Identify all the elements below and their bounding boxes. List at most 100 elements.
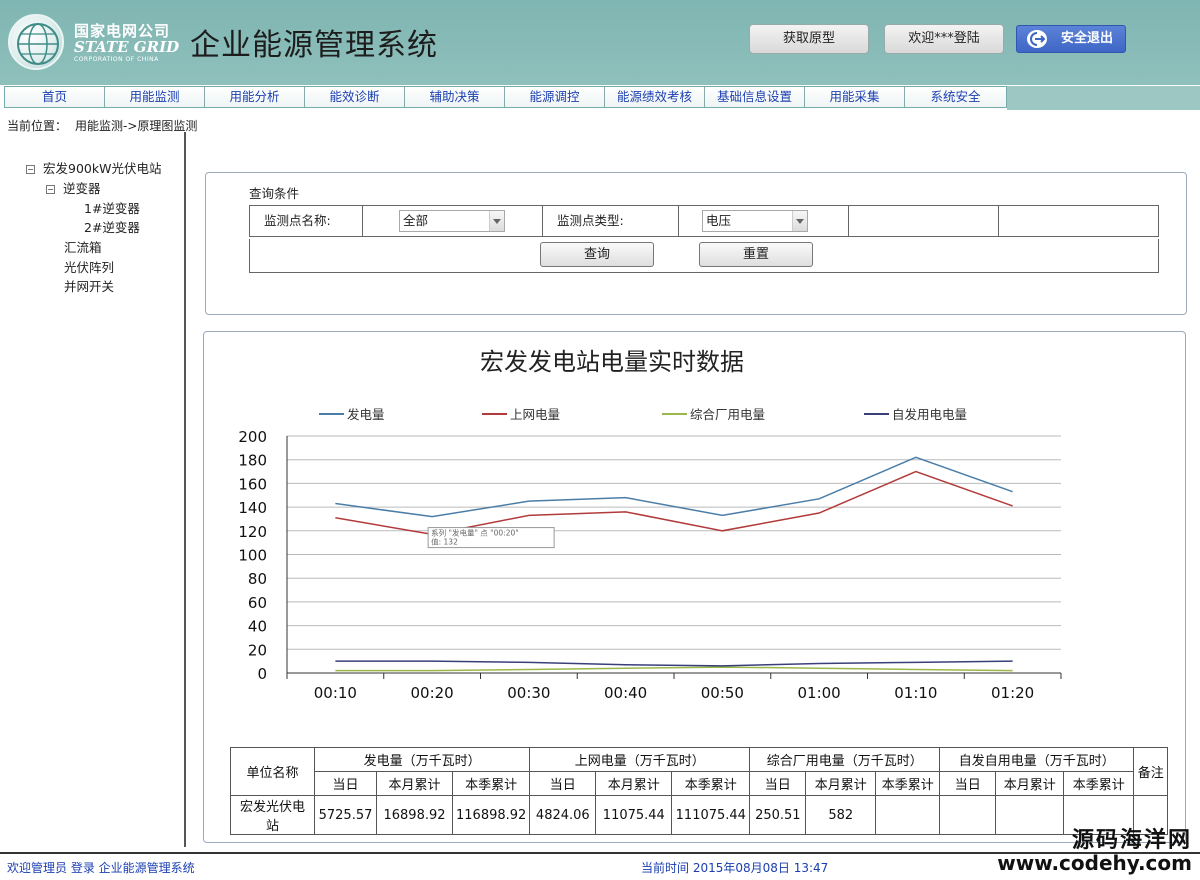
- empty-cell: [999, 206, 1158, 236]
- legend-label: 综合厂用电量: [690, 407, 765, 422]
- nav-system-security[interactable]: 系统安全: [905, 87, 1006, 107]
- y-tick-label: 120: [238, 523, 267, 541]
- nav-performance-assessment[interactable]: 能源绩效考核: [605, 87, 705, 107]
- nav-basic-info-settings[interactable]: 基础信息设置: [705, 87, 805, 107]
- tree-node-inverter-2[interactable]: 2#逆变器: [84, 217, 140, 236]
- sub-header: 本季累计: [1063, 771, 1135, 796]
- breadcrumb: 当前位置： 用能监测->原理图监测: [7, 117, 197, 134]
- group-header-self-use: 自发自用电量（万千瓦时）: [939, 747, 1135, 772]
- reset-button[interactable]: 重置: [699, 242, 813, 267]
- group-header-generation: 发电量（万千瓦时）: [313, 747, 531, 772]
- point-name-select[interactable]: 全部: [399, 210, 505, 232]
- sub-header: 本月累计: [595, 771, 673, 796]
- query-panel: 查询条件 监测点名称: 全部 监测点类型: 电压 查询 重置: [205, 172, 1187, 315]
- point-type-select[interactable]: 电压: [702, 210, 808, 232]
- nav-energy-analysis[interactable]: 用能分析: [205, 87, 305, 107]
- sub-header: 本月累计: [995, 771, 1065, 796]
- watermark-line1: 源码海洋网: [1071, 828, 1192, 853]
- series-line[interactable]: [335, 470, 1013, 536]
- app-title: 企业能源管理系统: [190, 28, 438, 63]
- y-tick-label: 40: [248, 618, 267, 636]
- tree-node-root[interactable]: − 宏发900kW光伏电站: [26, 158, 161, 177]
- chart-series: [335, 456, 1013, 672]
- nav-energy-collection[interactable]: 用能采集: [805, 87, 905, 107]
- table-cell: [939, 795, 997, 835]
- table-cell: [875, 795, 941, 835]
- point-name-cell: 全部: [363, 206, 543, 236]
- sub-header: 本季累计: [875, 771, 941, 796]
- logout-button[interactable]: 安全退出: [1016, 25, 1126, 53]
- welcome-login-button[interactable]: 欢迎***登陆: [884, 24, 1004, 54]
- x-tick-label: 01:20: [991, 684, 1034, 702]
- logout-icon: [1027, 30, 1047, 48]
- x-tick-label: 01:10: [894, 684, 937, 702]
- chevron-down-icon[interactable]: [489, 211, 504, 231]
- empty-cell: [849, 206, 999, 236]
- tree-node-root-label: 宏发900kW光伏电站: [43, 161, 162, 176]
- query-filter-row: 监测点名称: 全部 监测点类型: 电压: [249, 205, 1159, 237]
- logout-label: 安全退出: [1061, 31, 1114, 46]
- point-type-cell: 电压: [679, 206, 849, 236]
- x-tick-label: 00:40: [604, 684, 647, 702]
- y-tick-label: 140: [238, 499, 267, 517]
- query-legend: 查询条件: [249, 186, 300, 201]
- sub-header: 本月累计: [805, 771, 877, 796]
- series-line[interactable]: [335, 660, 1013, 667]
- tree-node-inverter-1[interactable]: 1#逆变器: [84, 198, 140, 217]
- get-prototype-button[interactable]: 获取原型: [749, 24, 869, 54]
- legend-label: 上网电量: [510, 407, 560, 422]
- tree-node-grid-switch[interactable]: 并网开关: [64, 276, 114, 295]
- tree-node-inverter[interactable]: − 逆变器: [46, 178, 101, 197]
- x-tick-label: 00:30: [507, 684, 550, 702]
- tooltip-value-label: 值: 132: [431, 537, 458, 547]
- x-tick-label: 01:00: [798, 684, 841, 702]
- legend-label: 发电量: [347, 407, 385, 422]
- search-button[interactable]: 查询: [540, 242, 654, 267]
- table-cell: 250.51: [749, 795, 807, 835]
- tree-node-inverter-label: 逆变器: [63, 181, 101, 196]
- unit-name-header: 单位名称: [230, 747, 315, 796]
- query-actions: 查询 重置: [249, 239, 1159, 273]
- x-tick-label: 00:20: [411, 684, 454, 702]
- point-name-value: 全部: [403, 213, 429, 228]
- table-cell: 111075.44: [671, 795, 751, 835]
- nav-energy-control[interactable]: 能源调控: [505, 87, 605, 107]
- collapse-icon[interactable]: −: [26, 165, 35, 174]
- tooltip-series-label: 系列 "发电量" 点 "00:20": [431, 528, 519, 538]
- tree-node-pv-array[interactable]: 光伏阵列: [64, 257, 114, 276]
- nav-energy-monitoring[interactable]: 用能监测: [105, 87, 205, 107]
- collapse-icon[interactable]: −: [46, 185, 55, 194]
- nav-decision-support[interactable]: 辅助决策: [405, 87, 505, 107]
- sub-header: 本季累计: [671, 771, 751, 796]
- series-line[interactable]: [335, 456, 1013, 518]
- y-tick-label: 100: [238, 547, 267, 565]
- legend-label: 自发用电电量: [892, 407, 967, 422]
- x-tick-label: 00:10: [314, 684, 357, 702]
- point-type-label: 监测点类型:: [557, 213, 624, 228]
- nav-efficiency-diagnosis[interactable]: 能效诊断: [305, 87, 405, 107]
- point-type-label-cell: 监测点类型:: [543, 206, 679, 236]
- point-name-label-cell: 监测点名称:: [250, 206, 363, 236]
- series-line[interactable]: [335, 666, 1013, 672]
- watermark-line2: www.codehy.com: [997, 851, 1192, 875]
- logo-company-en: STATE GRID: [74, 38, 180, 56]
- y-tick-label: 20: [248, 641, 267, 659]
- chevron-down-icon[interactable]: [792, 211, 807, 231]
- table-cell: 116898.92: [451, 795, 531, 835]
- point-name-label: 监测点名称:: [264, 213, 331, 228]
- sidebar-divider: [184, 132, 186, 847]
- app-header: 国家电网公司 STATE GRID CORPORATION OF CHINA 企…: [0, 0, 1200, 85]
- y-tick-label: 80: [248, 570, 267, 588]
- sub-header: 当日: [314, 771, 377, 796]
- nav-home[interactable]: 首页: [5, 87, 105, 107]
- table-cell: 582: [805, 795, 877, 835]
- group-header-plant-use: 综合厂用电量（万千瓦时）: [749, 747, 941, 772]
- y-tick-label: 60: [248, 594, 267, 612]
- energy-summary-table: 单位名称 发电量（万千瓦时） 上网电量（万千瓦时） 综合厂用电量（万千瓦时） 自…: [230, 747, 1169, 835]
- chart-title: 宏发发电站电量实时数据: [480, 348, 744, 376]
- table-row: 宏发光伏电站 5725.57 16898.92 116898.92 4824.0…: [230, 795, 1169, 835]
- table-cell: 5725.57: [314, 795, 377, 835]
- table-cell: 4824.06: [529, 795, 597, 835]
- y-tick-label: 200: [238, 428, 267, 446]
- tree-node-combiner[interactable]: 汇流箱: [64, 237, 102, 256]
